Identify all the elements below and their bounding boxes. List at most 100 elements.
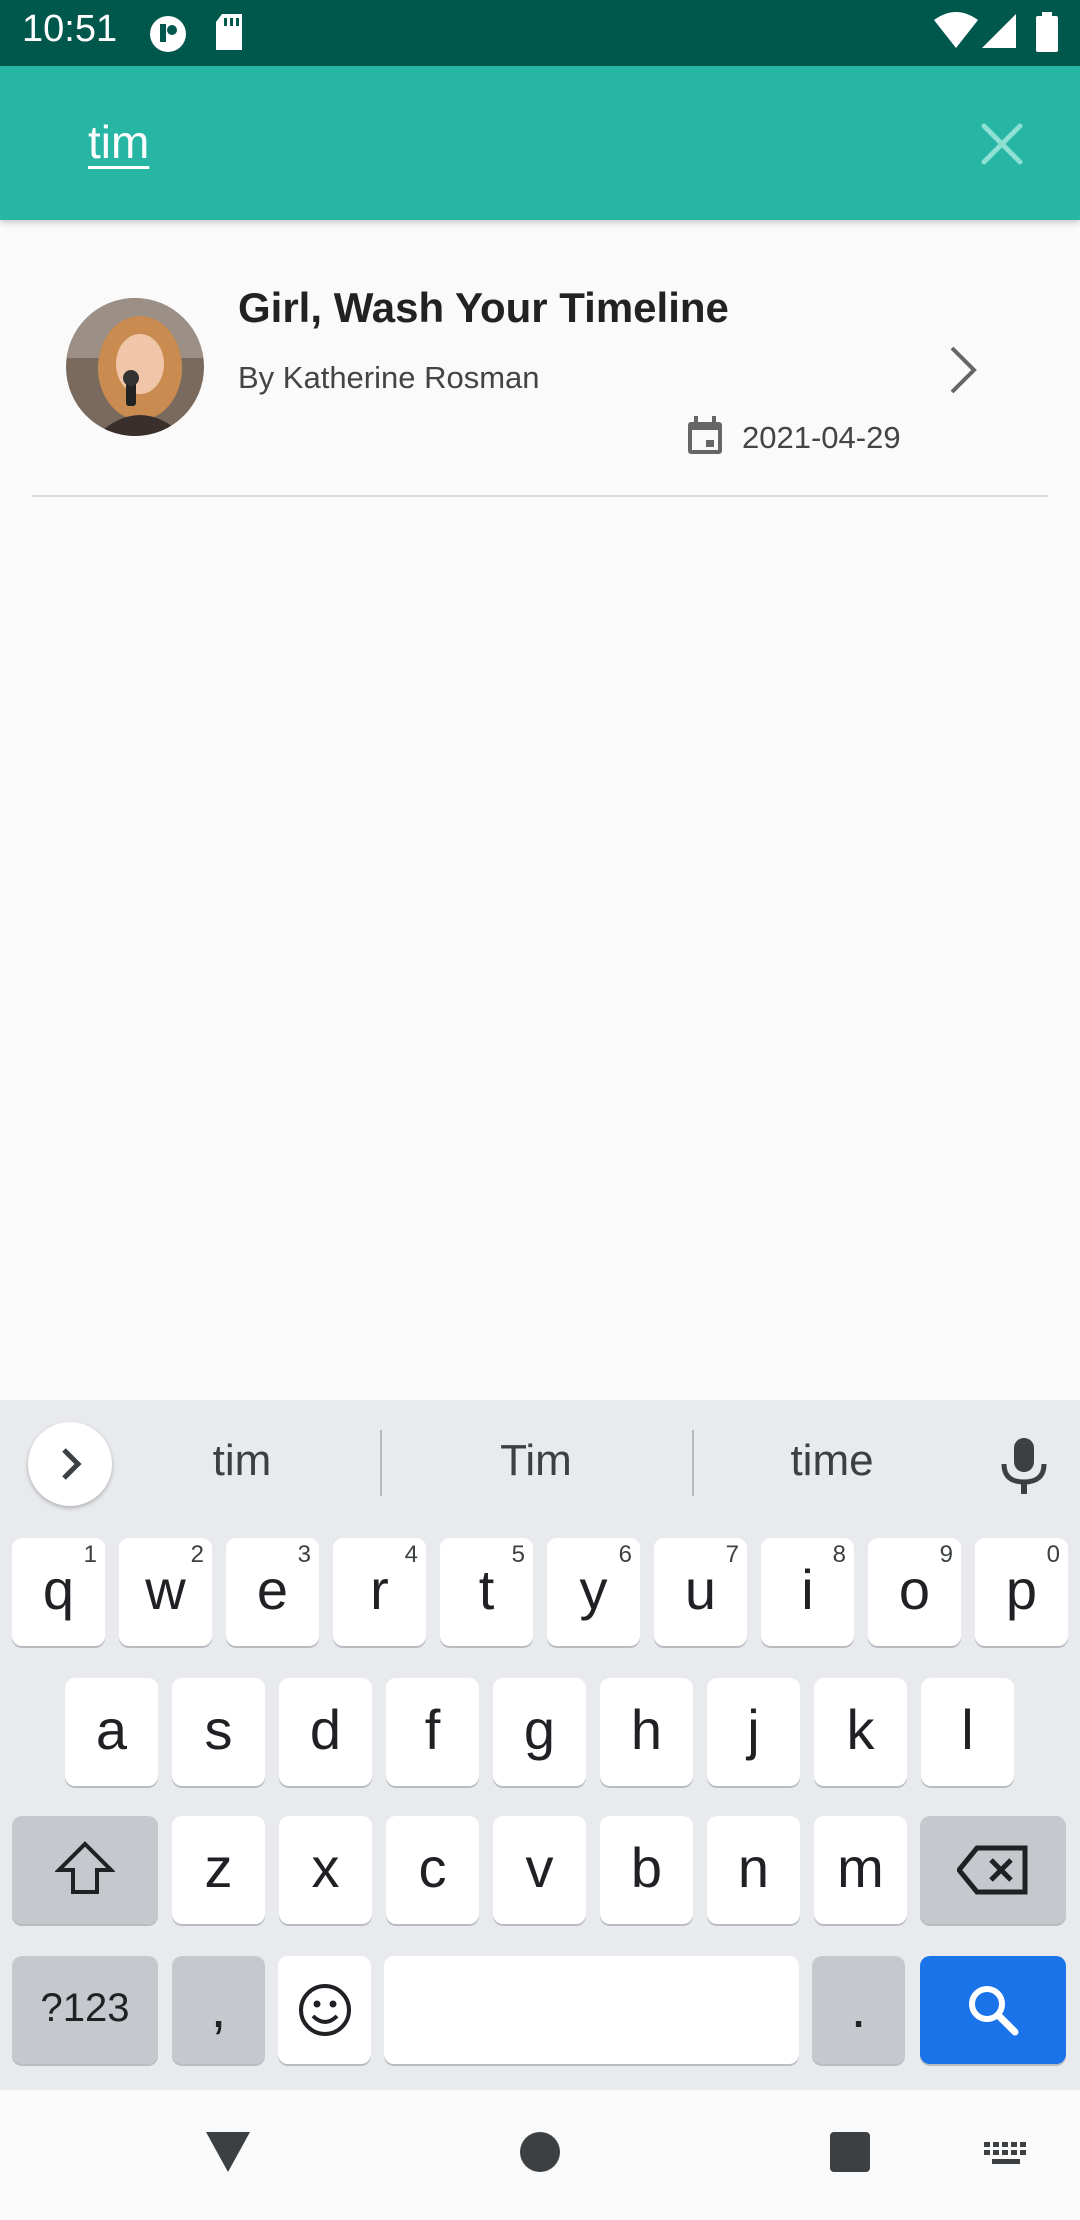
- divider: [380, 1430, 382, 1496]
- key-label: n: [737, 1836, 770, 1899]
- home-nav-icon[interactable]: [520, 2132, 560, 2177]
- key-w[interactable]: w2: [119, 1538, 212, 1646]
- key-p[interactable]: p0: [975, 1538, 1068, 1646]
- key-label: a: [95, 1698, 128, 1761]
- calendar-icon: [686, 416, 724, 461]
- key-label: e: [256, 1558, 289, 1621]
- key-f[interactable]: f: [386, 1678, 479, 1786]
- status-time: 10:51: [22, 8, 118, 50]
- key-hint: 5: [511, 1541, 525, 1568]
- key-label: b: [630, 1836, 663, 1899]
- search-input[interactable]: [88, 112, 888, 172]
- key-i[interactable]: i8: [761, 1538, 854, 1646]
- chevron-right-icon: [942, 342, 982, 403]
- key-hint: 1: [83, 1541, 97, 1568]
- key-a[interactable]: a: [65, 1678, 158, 1786]
- key-label: i: [801, 1558, 814, 1621]
- suggestion-2[interactable]: Tim: [436, 1436, 636, 1486]
- wifi-icon: [934, 12, 978, 55]
- keyboard-switch-icon[interactable]: [984, 2142, 1028, 2175]
- key-label: l: [961, 1698, 974, 1761]
- app-notification-icon: [148, 14, 188, 59]
- key-t[interactable]: t5: [440, 1538, 533, 1646]
- suggestion-3[interactable]: time: [732, 1436, 932, 1486]
- key-label: c: [418, 1836, 447, 1899]
- key-u[interactable]: u7: [654, 1538, 747, 1646]
- key-l[interactable]: l: [921, 1678, 1014, 1786]
- battery-icon: [1036, 12, 1058, 57]
- key-hint: 9: [939, 1541, 953, 1568]
- key-j[interactable]: j: [707, 1678, 800, 1786]
- key-hint: 6: [618, 1541, 632, 1568]
- key-d[interactable]: d: [279, 1678, 372, 1786]
- sd-card-icon: [214, 14, 244, 55]
- key-label: w: [145, 1558, 186, 1621]
- symbols-key[interactable]: ?123: [12, 1956, 158, 2064]
- key-label: t: [478, 1558, 495, 1621]
- key-m[interactable]: m: [814, 1816, 907, 1924]
- clear-search-button[interactable]: [970, 112, 1034, 176]
- backspace-key[interactable]: [920, 1816, 1066, 1924]
- key-hint: 0: [1046, 1541, 1060, 1568]
- expand-suggestions-button[interactable]: [28, 1422, 112, 1506]
- key-h[interactable]: h: [600, 1678, 693, 1786]
- result-author: By Katherine Rosman: [238, 360, 540, 395]
- key-v[interactable]: v: [493, 1816, 586, 1924]
- key-label: z: [204, 1836, 233, 1899]
- key-label: g: [523, 1698, 556, 1761]
- key-n[interactable]: n: [707, 1816, 800, 1924]
- key-q[interactable]: q1: [12, 1538, 105, 1646]
- result-date: 2021-04-29: [742, 420, 901, 455]
- key-hint: 2: [190, 1541, 204, 1568]
- key-s[interactable]: s: [172, 1678, 265, 1786]
- navigation-bar: [0, 2090, 1080, 2220]
- key-b[interactable]: b: [600, 1816, 693, 1924]
- search-toolbar: [0, 66, 1080, 220]
- key-label: v: [525, 1836, 554, 1899]
- divider: [692, 1430, 694, 1496]
- emoji-icon: [298, 1984, 351, 2036]
- key-label: x: [311, 1836, 340, 1899]
- period-key[interactable]: .: [812, 1956, 905, 2064]
- key-e[interactable]: e3: [226, 1538, 319, 1646]
- key-k[interactable]: k: [814, 1678, 907, 1786]
- close-icon: [981, 123, 1023, 165]
- comma-key[interactable]: ,: [172, 1956, 265, 2064]
- chevron-right-icon: [62, 1448, 82, 1480]
- key-hint: 8: [832, 1541, 846, 1568]
- recents-nav-icon[interactable]: [830, 2132, 870, 2177]
- key-label: y: [579, 1558, 608, 1621]
- key-y[interactable]: y6: [547, 1538, 640, 1646]
- back-nav-icon[interactable]: [204, 2130, 252, 2179]
- key-c[interactable]: c: [386, 1816, 479, 1924]
- key-x[interactable]: x: [279, 1816, 372, 1924]
- microphone-icon[interactable]: [996, 1436, 1052, 1501]
- space-key[interactable]: [384, 1956, 799, 2064]
- key-label: u: [684, 1558, 717, 1621]
- suggestion-1[interactable]: tim: [142, 1436, 342, 1486]
- list-item[interactable]: Girl, Wash Your Timeline By Katherine Ro…: [32, 220, 1048, 497]
- status-bar: 10:51: [0, 0, 1080, 66]
- key-label: h: [630, 1698, 663, 1761]
- key-label: r: [370, 1558, 389, 1621]
- key-g[interactable]: g: [493, 1678, 586, 1786]
- key-label: o: [898, 1558, 931, 1621]
- backspace-icon: [955, 1845, 1028, 1895]
- search-key[interactable]: [920, 1956, 1066, 2064]
- on-screen-keyboard: tim Tim time ?123 , . q 1 w 2 e 3 r 4 t …: [0, 1400, 1080, 2090]
- key-hint: 7: [725, 1541, 739, 1568]
- emoji-key[interactable]: [278, 1956, 371, 2064]
- result-title: Girl, Wash Your Timeline: [238, 284, 729, 331]
- key-label: k: [846, 1698, 875, 1761]
- key-r[interactable]: r4: [333, 1538, 426, 1646]
- key-hint: 3: [297, 1541, 311, 1568]
- shift-icon: [54, 1841, 116, 1894]
- shift-key[interactable]: [12, 1816, 158, 1924]
- cell-signal-icon: [982, 12, 1018, 55]
- suggestion-strip: tim Tim time: [0, 1400, 1080, 1520]
- key-z[interactable]: z: [172, 1816, 265, 1924]
- key-label: d: [309, 1698, 342, 1761]
- key-label: m: [837, 1836, 884, 1899]
- key-o[interactable]: o9: [868, 1538, 961, 1646]
- avatar: [66, 298, 204, 436]
